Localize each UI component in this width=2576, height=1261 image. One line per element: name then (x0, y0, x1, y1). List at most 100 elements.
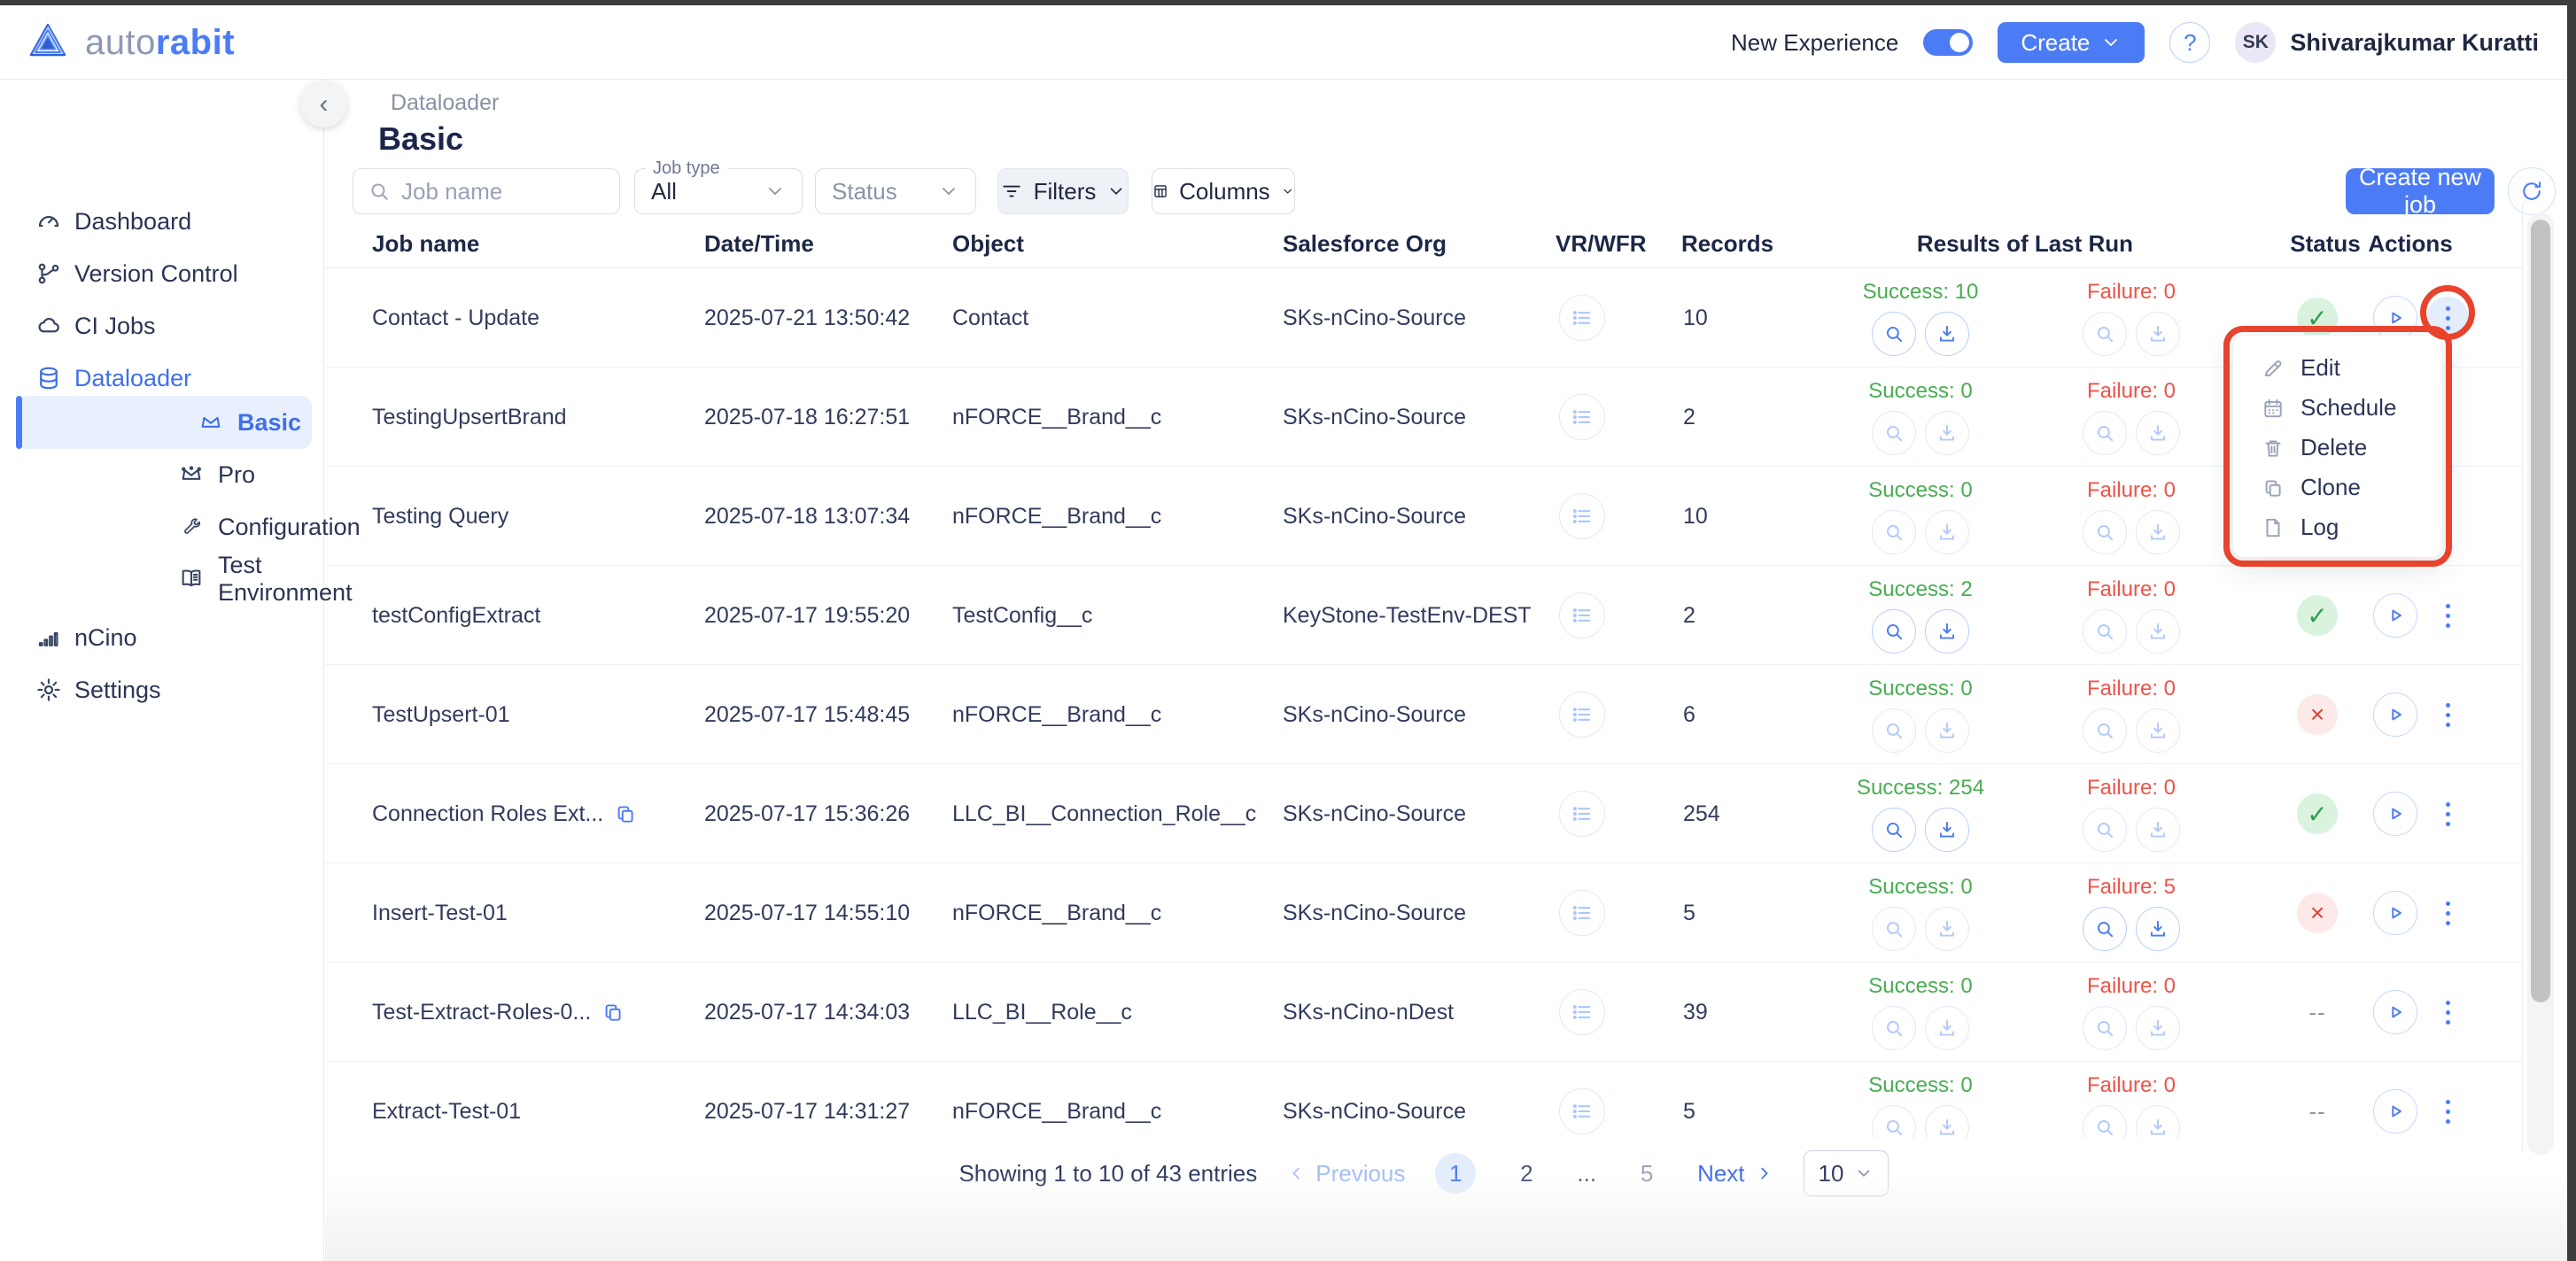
menu-item-delete[interactable]: Delete (2233, 428, 2442, 468)
menu-item-edit[interactable]: Edit (2233, 348, 2442, 388)
filters-button[interactable]: Filters (997, 168, 1129, 214)
success-search-button[interactable] (1872, 808, 1916, 852)
success-search-button[interactable] (1872, 708, 1916, 753)
vr-wfr-button[interactable] (1559, 592, 1605, 638)
run-job-button[interactable] (2373, 593, 2417, 638)
success-search-button[interactable] (1872, 609, 1916, 654)
vr-wfr-button[interactable] (1559, 295, 1605, 341)
copy-icon[interactable] (601, 1001, 625, 1024)
vr-wfr-button[interactable] (1559, 394, 1605, 440)
menu-item-log[interactable]: Log (2233, 507, 2442, 547)
success-download-button[interactable] (1925, 609, 1969, 654)
failure-download-button[interactable] (2136, 1105, 2180, 1138)
success-download-button[interactable] (1925, 808, 1969, 852)
vr-wfr-button[interactable] (1559, 890, 1605, 936)
failure-download-button[interactable] (2136, 907, 2180, 951)
sidebar-item-ci-jobs[interactable]: CI Jobs (0, 300, 324, 352)
vr-wfr-button[interactable] (1559, 1088, 1605, 1134)
vr-wfr-button[interactable] (1559, 493, 1605, 539)
row-menu-button[interactable] (2426, 892, 2469, 934)
vr-wfr-button[interactable] (1559, 791, 1605, 837)
row-menu-button[interactable] (2426, 793, 2469, 835)
page-number-1[interactable]: 1 (1435, 1153, 1476, 1194)
failure-search-button[interactable] (2083, 907, 2127, 951)
run-job-button[interactable] (2373, 990, 2417, 1034)
menu-item-schedule[interactable]: Schedule (2233, 388, 2442, 428)
failure-download-button[interactable] (2136, 510, 2180, 554)
git-branch-icon (35, 260, 62, 287)
failure-search-button[interactable] (2083, 1006, 2127, 1050)
new-experience-toggle[interactable] (1923, 29, 1973, 56)
failure-download-button[interactable] (2136, 411, 2180, 455)
success-cell: Success: 0 (1825, 1062, 2016, 1138)
row-menu-button[interactable] (2426, 1090, 2469, 1133)
success-download-button[interactable] (1925, 312, 1969, 356)
job-name-search[interactable]: Job name (353, 168, 620, 214)
run-job-button[interactable] (2373, 296, 2417, 340)
menu-item-clone[interactable]: Clone (2233, 468, 2442, 507)
row-menu-button[interactable] (2426, 693, 2469, 736)
scrollbar-thumb[interactable] (2531, 220, 2550, 1002)
failure-download-button[interactable] (2136, 708, 2180, 753)
user-menu[interactable]: SK Shivarajkumar Kuratti (2235, 22, 2539, 63)
failure-search-button[interactable] (2083, 609, 2127, 654)
help-button[interactable]: ? (2169, 22, 2210, 63)
success-search-button[interactable] (1872, 1105, 1916, 1138)
failure-search-button[interactable] (2083, 312, 2127, 356)
run-job-button[interactable] (2373, 891, 2417, 935)
vr-wfr-button[interactable] (1559, 692, 1605, 738)
failure-download-button[interactable] (2136, 312, 2180, 356)
sidebar-item-version-control[interactable]: Version Control (0, 248, 324, 299)
run-job-button[interactable] (2373, 792, 2417, 836)
row-menu-button[interactable] (2426, 991, 2469, 1033)
row-menu-button[interactable] (2426, 297, 2469, 339)
sidebar-item-dashboard[interactable]: Dashboard (0, 196, 324, 247)
sidebar-item-pro[interactable]: Pro (0, 449, 324, 500)
create-new-job-button[interactable]: Create new job (2346, 168, 2495, 214)
success-search-button[interactable] (1872, 510, 1916, 554)
success-download-button[interactable] (1925, 1006, 1969, 1050)
failure-download-button[interactable] (2136, 1006, 2180, 1050)
page-number-2[interactable]: 2 (1506, 1153, 1547, 1194)
page-size-select[interactable]: 10 (1804, 1150, 1889, 1196)
page-number-5[interactable]: 5 (1626, 1153, 1667, 1194)
success-search-button[interactable] (1872, 1006, 1916, 1050)
sidebar-item-configuration[interactable]: Configuration (0, 501, 324, 553)
success-download-button[interactable] (1925, 510, 1969, 554)
status-select[interactable]: Status (815, 168, 976, 214)
sidebar-item-test-environment[interactable]: Test Environment (0, 553, 324, 605)
failure-search-button[interactable] (2083, 510, 2127, 554)
success-download-button[interactable] (1925, 1105, 1969, 1138)
run-job-button[interactable] (2373, 1089, 2417, 1133)
sidebar-item-ncino[interactable]: nCino (0, 612, 324, 663)
failure-search-button[interactable] (2083, 808, 2127, 852)
success-search-button[interactable] (1872, 411, 1916, 455)
success-download-button[interactable] (1925, 708, 1969, 753)
salesforce-org-cell: SKs-nCino-Source (1283, 764, 1548, 863)
success-search-button[interactable] (1872, 312, 1916, 356)
sidebar-item-basic[interactable]: Basic (0, 397, 324, 448)
sidebar-item-settings[interactable]: Settings (0, 664, 324, 716)
copy-icon[interactable] (614, 802, 637, 825)
columns-button[interactable]: Columns (1152, 168, 1295, 214)
chevron-down-icon (764, 181, 786, 202)
create-button[interactable]: Create (1998, 22, 2145, 63)
success-cell: Success: 0 (1825, 665, 2016, 764)
success-download-button[interactable] (1925, 411, 1969, 455)
failure-download-button[interactable] (2136, 609, 2180, 654)
next-page-button[interactable]: Next (1697, 1160, 1773, 1188)
failure-search-button[interactable] (2083, 1105, 2127, 1138)
sidebar-collapse-button[interactable]: ‹ (300, 81, 347, 128)
failure-download-button[interactable] (2136, 808, 2180, 852)
success-search-button[interactable] (1872, 907, 1916, 951)
vr-wfr-button[interactable] (1559, 989, 1605, 1035)
previous-page-button[interactable]: Previous (1287, 1160, 1405, 1188)
failure-search-button[interactable] (2083, 411, 2127, 455)
success-download-button[interactable] (1925, 907, 1969, 951)
run-job-button[interactable] (2373, 692, 2417, 737)
salesforce-org-cell: SKs-nCino-Source (1283, 863, 1548, 963)
refresh-button[interactable] (2508, 167, 2556, 215)
row-menu-button[interactable] (2426, 594, 2469, 637)
failure-search-button[interactable] (2083, 708, 2127, 753)
job-type-select[interactable]: Job type All (634, 168, 803, 214)
